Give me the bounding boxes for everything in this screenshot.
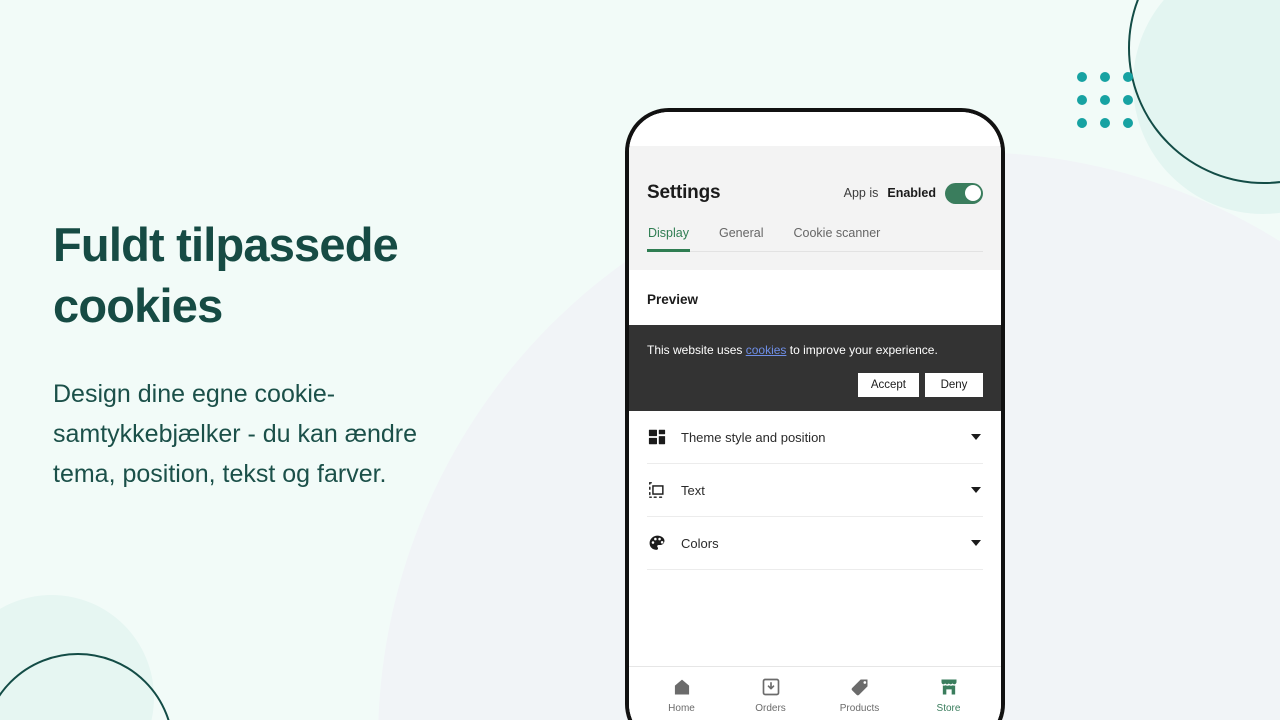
dot xyxy=(1077,95,1087,105)
toggle-knob xyxy=(964,185,981,201)
settings-header: Settings App is Enabled Display General … xyxy=(629,146,1001,252)
page-title: Fuldt tilpassede cookies xyxy=(53,218,399,332)
accordion-label: Colors xyxy=(681,535,719,551)
chevron-down-icon[interactable] xyxy=(971,434,981,440)
settings-tabs: Display General Cookie scanner xyxy=(647,222,983,252)
tab-general[interactable]: General xyxy=(718,222,764,252)
nav-item-products[interactable]: Products xyxy=(815,677,904,714)
dot xyxy=(1077,72,1087,82)
marketing-copy: Fuldt tilpassede cookies Design dine egn… xyxy=(53,214,573,494)
price-tag-icon xyxy=(851,679,867,696)
app-status-value: Enabled xyxy=(887,186,936,200)
dot-grid-decoration xyxy=(1077,72,1133,128)
preview-title: Preview xyxy=(647,292,699,307)
nav-item-orders[interactable]: Orders xyxy=(726,677,815,714)
text-box-icon xyxy=(647,480,667,500)
nav-label: Store xyxy=(936,703,961,714)
app-status-label: App is xyxy=(843,186,879,200)
phone-notch-area xyxy=(629,112,1001,146)
settings-titlebar: Settings App is Enabled xyxy=(647,182,983,222)
dot xyxy=(1100,72,1110,82)
nav-item-store[interactable]: Store xyxy=(904,677,993,714)
orders-inbox-icon xyxy=(762,678,779,696)
accordion-row-text[interactable]: Text xyxy=(647,464,983,517)
accept-button[interactable]: Accept xyxy=(857,373,919,397)
tab-cookie-scanner[interactable]: Cookie scanner xyxy=(792,222,881,252)
cookie-banner-preview: This website uses cookies to improve you… xyxy=(629,325,1001,411)
preview-section-header: Preview xyxy=(629,270,1001,325)
cookies-link[interactable]: cookies xyxy=(746,343,787,357)
deny-button[interactable]: Deny xyxy=(925,373,983,397)
palette-icon xyxy=(647,533,667,553)
phone-notch xyxy=(741,112,889,146)
app-status-group: App is Enabled xyxy=(843,182,983,204)
accordion-row-theme-style-and-position[interactable]: Theme style and position xyxy=(647,411,983,464)
layout-dashboard-icon xyxy=(647,427,667,447)
dot xyxy=(1100,95,1110,105)
nav-item-home[interactable]: Home xyxy=(637,677,726,714)
nav-label: Home xyxy=(668,703,695,714)
nav-label: Orders xyxy=(755,703,786,714)
outline-circle-top-right xyxy=(1128,0,1280,184)
dot xyxy=(1123,72,1133,82)
bottom-navigation: Home Orders Products Store xyxy=(629,666,1001,718)
dot xyxy=(1077,118,1087,128)
accordion-label: Theme style and position xyxy=(681,429,826,445)
storefront-icon xyxy=(941,679,956,695)
dot xyxy=(1100,118,1110,128)
dot xyxy=(1123,95,1133,105)
chevron-down-icon[interactable] xyxy=(971,540,981,546)
chevron-down-icon[interactable] xyxy=(971,487,981,493)
settings-accordion: Theme style and position Text Colors xyxy=(629,411,1001,666)
app-enabled-toggle[interactable] xyxy=(945,182,983,204)
cookie-banner-actions: Accept Deny xyxy=(647,373,983,397)
phone-mockup: Settings App is Enabled Display General … xyxy=(625,108,1005,720)
tab-display[interactable]: Display xyxy=(647,222,690,252)
page-subtitle: Design dine egne cookie- samtykkebjælker… xyxy=(53,380,418,488)
accordion-label: Text xyxy=(681,482,705,498)
dot xyxy=(1123,118,1133,128)
home-icon xyxy=(674,679,689,695)
section-gap xyxy=(629,252,1001,270)
phone-screen: Settings App is Enabled Display General … xyxy=(629,112,1001,720)
cookie-banner-text: This website uses cookies to improve you… xyxy=(647,341,983,359)
nav-label: Products xyxy=(839,703,880,714)
cookie-text-after: to improve your experience. xyxy=(786,343,938,357)
cookie-text-before: This website uses xyxy=(647,343,746,357)
accordion-row-colors[interactable]: Colors xyxy=(647,517,983,570)
settings-title: Settings xyxy=(647,182,721,203)
